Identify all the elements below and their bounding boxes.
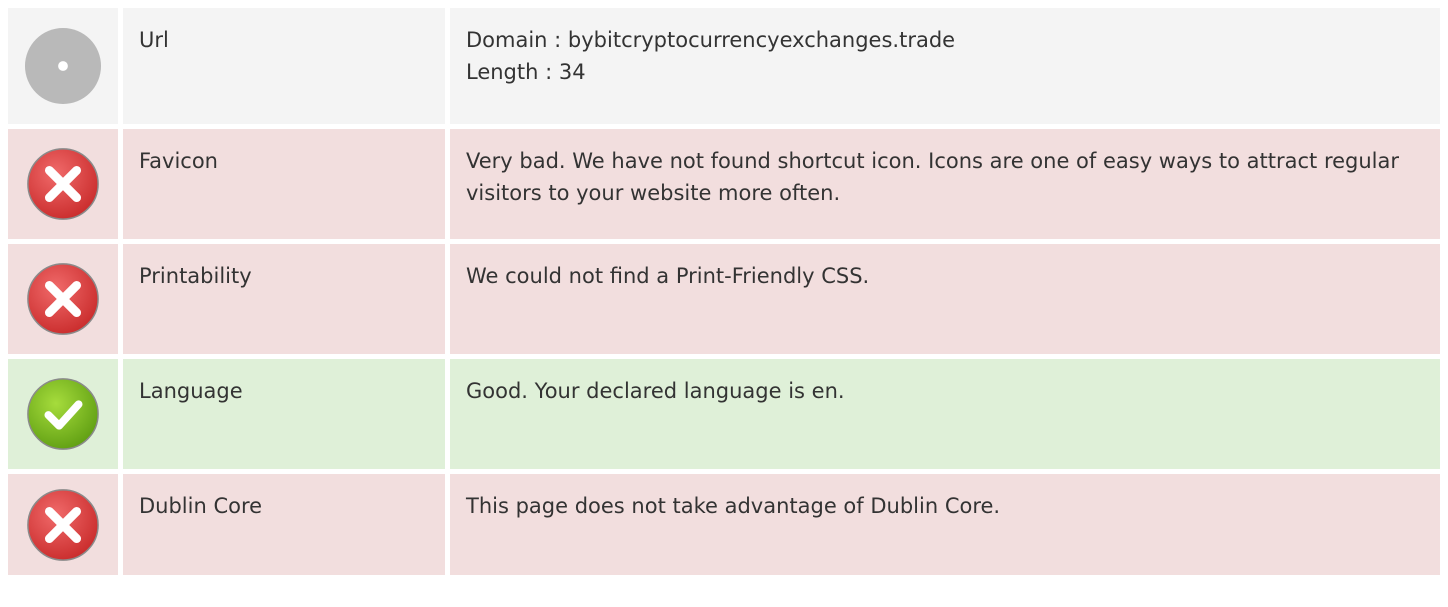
error-x-icon: [27, 263, 99, 335]
status-cell: [8, 474, 118, 575]
report-row-favicon: Favicon Very bad. We have not found shor…: [8, 129, 1440, 239]
row-value: We could not find a Print-Friendly CSS.: [450, 244, 1440, 354]
status-cell: [8, 129, 118, 239]
report-row-printability: Printability We could not find a Print-F…: [8, 244, 1440, 354]
row-label: Printability: [123, 244, 445, 354]
row-value: This page does not take advantage of Dub…: [450, 474, 1440, 575]
row-label: Favicon: [123, 129, 445, 239]
info-circle-gray-icon: [24, 27, 102, 105]
length-text: Length : 34: [466, 60, 586, 84]
status-cell: [8, 244, 118, 354]
row-value: Domain : bybitcryptocurrencyexchanges.tr…: [450, 8, 1440, 124]
error-x-icon: [27, 488, 99, 561]
status-cell: [8, 8, 118, 124]
status-cell: [8, 359, 118, 469]
check-circle-icon: [27, 378, 99, 450]
domain-text: Domain : bybitcryptocurrencyexchanges.tr…: [466, 28, 956, 52]
row-label: Url: [123, 8, 445, 124]
report-row-dublin-core: Dublin Core This page does not take adva…: [8, 474, 1440, 575]
row-label: Language: [123, 359, 445, 469]
seo-report-table: Url Domain : bybitcryptocurrencyexchange…: [8, 8, 1440, 575]
row-value: Good. Your declared language is en.: [450, 359, 1440, 469]
error-x-icon: [27, 148, 99, 220]
report-row-language: Language Good. Your declared language is…: [8, 359, 1440, 469]
row-value: Very bad. We have not found shortcut ico…: [450, 129, 1440, 239]
row-label: Dublin Core: [123, 474, 445, 575]
report-row-url: Url Domain : bybitcryptocurrencyexchange…: [8, 8, 1440, 124]
